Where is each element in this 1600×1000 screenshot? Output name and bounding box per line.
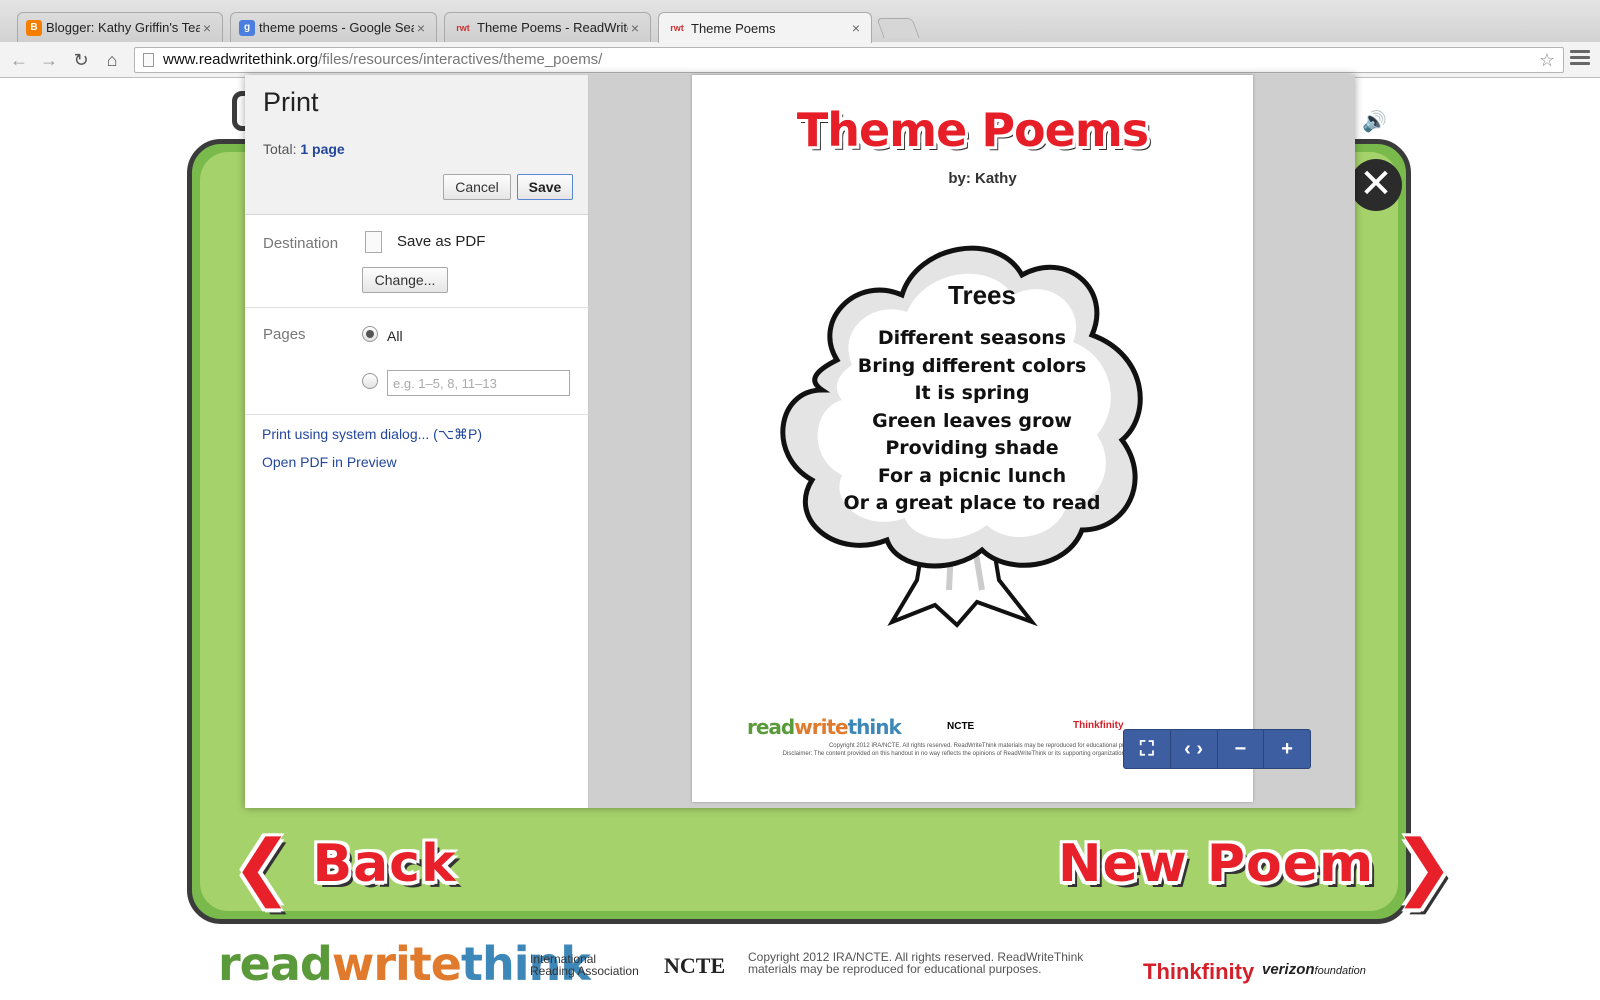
browser-tab[interactable]: rwt Theme Poems - ReadWrite × [444, 12, 651, 42]
ncte-logo[interactable]: NCTE [664, 953, 725, 979]
poem-line: Providing shade [885, 437, 1059, 459]
chrome-menu-icon[interactable] [1570, 50, 1590, 70]
site-footer: readwritethink International Reading Asso… [0, 937, 1600, 997]
url-host: www.readwritethink.org [163, 51, 319, 68]
preview-byline: by: Kathy [948, 170, 1017, 187]
poem-line: For a picnic lunch [877, 464, 1067, 487]
forward-arrow-icon[interactable]: → [38, 49, 60, 71]
pages-section: Pages All e.g. 1–5, 8, 11–13 [245, 308, 589, 415]
url-path: /files/resources/interactives/theme_poem… [318, 51, 603, 68]
reload-icon[interactable]: ↻ [70, 49, 92, 71]
verizon-foundation-logo[interactable]: verizonfoundation [1262, 961, 1366, 978]
print-header: Print Total: 1 page Cancel Save [245, 75, 588, 215]
destination-section: Destination Save as PDF Change... [245, 215, 589, 308]
tab-title: Theme Poems [691, 20, 776, 36]
open-pdf-preview-link[interactable]: Open PDF in Preview [262, 454, 397, 470]
change-destination-button[interactable]: Change... [362, 267, 448, 293]
preview-zoom-controls: ⛶ ‹ › − + [1123, 729, 1311, 769]
close-app-icon[interactable]: ✕ [1350, 159, 1402, 211]
address-bar[interactable]: www.readwritethink.org/files/resources/i… [134, 47, 1564, 73]
home-icon[interactable]: ⌂ [101, 49, 123, 71]
bookmark-star-icon[interactable]: ☆ [1539, 48, 1555, 72]
page-icon [143, 53, 154, 67]
fit-icon[interactable]: ⛶ [1124, 730, 1171, 768]
pages-range-input[interactable]: e.g. 1–5, 8, 11–13 [387, 370, 570, 396]
preview-thinkfinity-logo: Thinkfinity [1073, 720, 1124, 731]
google-favicon-icon: g [239, 19, 255, 36]
browser-toolbar: ← → ↻ ⌂ www.readwritethink.org/files/res… [0, 42, 1600, 78]
preview-title: Theme Poems [796, 103, 1149, 157]
back-button[interactable]: ❮ Back [232, 824, 457, 908]
new-tab-button[interactable] [876, 18, 920, 38]
print-title: Print [263, 87, 319, 117]
zoom-in-icon[interactable]: + [1264, 730, 1310, 768]
poem-title: Trees [948, 280, 1016, 310]
pdf-document-icon [365, 231, 382, 253]
chevron-left-icon: ❮ [232, 824, 294, 908]
print-preview-page: Theme Poems by: Kathy Trees Different se… [692, 75, 1253, 802]
save-button[interactable]: Save [517, 174, 573, 200]
destination-value: Save as PDF [397, 233, 486, 250]
poem-line: Bring different colors [857, 354, 1087, 377]
print-total: Total: 1 page [263, 141, 345, 157]
blogger-favicon-icon: B [26, 19, 42, 36]
system-dialog-link[interactable]: Print using system dialog... (⌥⌘P) [262, 426, 482, 443]
browser-tab[interactable]: g theme poems - Google Sea × [230, 12, 437, 42]
tab-close-icon[interactable]: × [200, 20, 214, 36]
preview-ncte-logo: NCTE [947, 721, 975, 732]
poem-line: Or a great place to read [843, 492, 1101, 514]
browser-tab-active[interactable]: rwt Theme Poems × [658, 12, 872, 43]
tab-close-icon[interactable]: × [849, 20, 863, 36]
rwt-favicon-icon: rwt [670, 23, 684, 33]
tab-title: Theme Poems - ReadWrite [477, 20, 628, 35]
thinkfinity-logo[interactable]: Thinkfinity [1143, 959, 1254, 985]
back-arrow-icon[interactable]: ← [8, 49, 30, 71]
ira-logo[interactable]: International Reading Association [530, 953, 639, 977]
tab-title: Blogger: Kathy Griffin's Tea [46, 20, 200, 35]
speaker-icon[interactable]: 🔊 [1362, 109, 1387, 134]
print-dialog: Print Total: 1 page Cancel Save Destinat… [245, 75, 1355, 808]
tab-title: theme poems - Google Sea [259, 20, 414, 35]
preview-rwt-logo: readwritethink [747, 715, 902, 739]
destination-label: Destination [263, 235, 339, 252]
tab-strip: B Blogger: Kathy Griffin's Tea × g theme… [0, 0, 1600, 43]
pages-label: Pages [263, 326, 306, 343]
rwt-favicon-icon: rwt [456, 22, 470, 33]
browser-tab[interactable]: B Blogger: Kathy Griffin's Tea × [17, 12, 223, 42]
pages-range-radio[interactable] [362, 373, 378, 389]
new-poem-label: New Poem [1058, 834, 1375, 894]
poem-line: Green leaves grow [872, 409, 1072, 432]
new-poem-button[interactable]: New Poem ❯ [1058, 824, 1455, 908]
poem-text: Trees Different seasons Bring different … [822, 280, 1122, 518]
cancel-button[interactable]: Cancel [443, 174, 511, 200]
pages-all-radio[interactable] [362, 326, 378, 342]
chevron-right-icon: ❯ [1393, 824, 1455, 908]
tab-close-icon[interactable]: × [414, 20, 428, 36]
poem-line: It is spring [914, 382, 1030, 404]
zoom-out-icon[interactable]: − [1218, 730, 1265, 768]
poem-line: Different seasons [877, 327, 1067, 349]
fit-width-icon[interactable]: ‹ › [1171, 730, 1218, 768]
copyright-text: Copyright 2012 IRA/NCTE. All rights rese… [748, 950, 1084, 976]
back-label: Back [312, 834, 457, 894]
pages-all-label: All [387, 328, 403, 344]
tab-close-icon[interactable]: × [628, 20, 642, 36]
print-settings-panel: Print Total: 1 page Cancel Save Destinat… [245, 75, 589, 808]
